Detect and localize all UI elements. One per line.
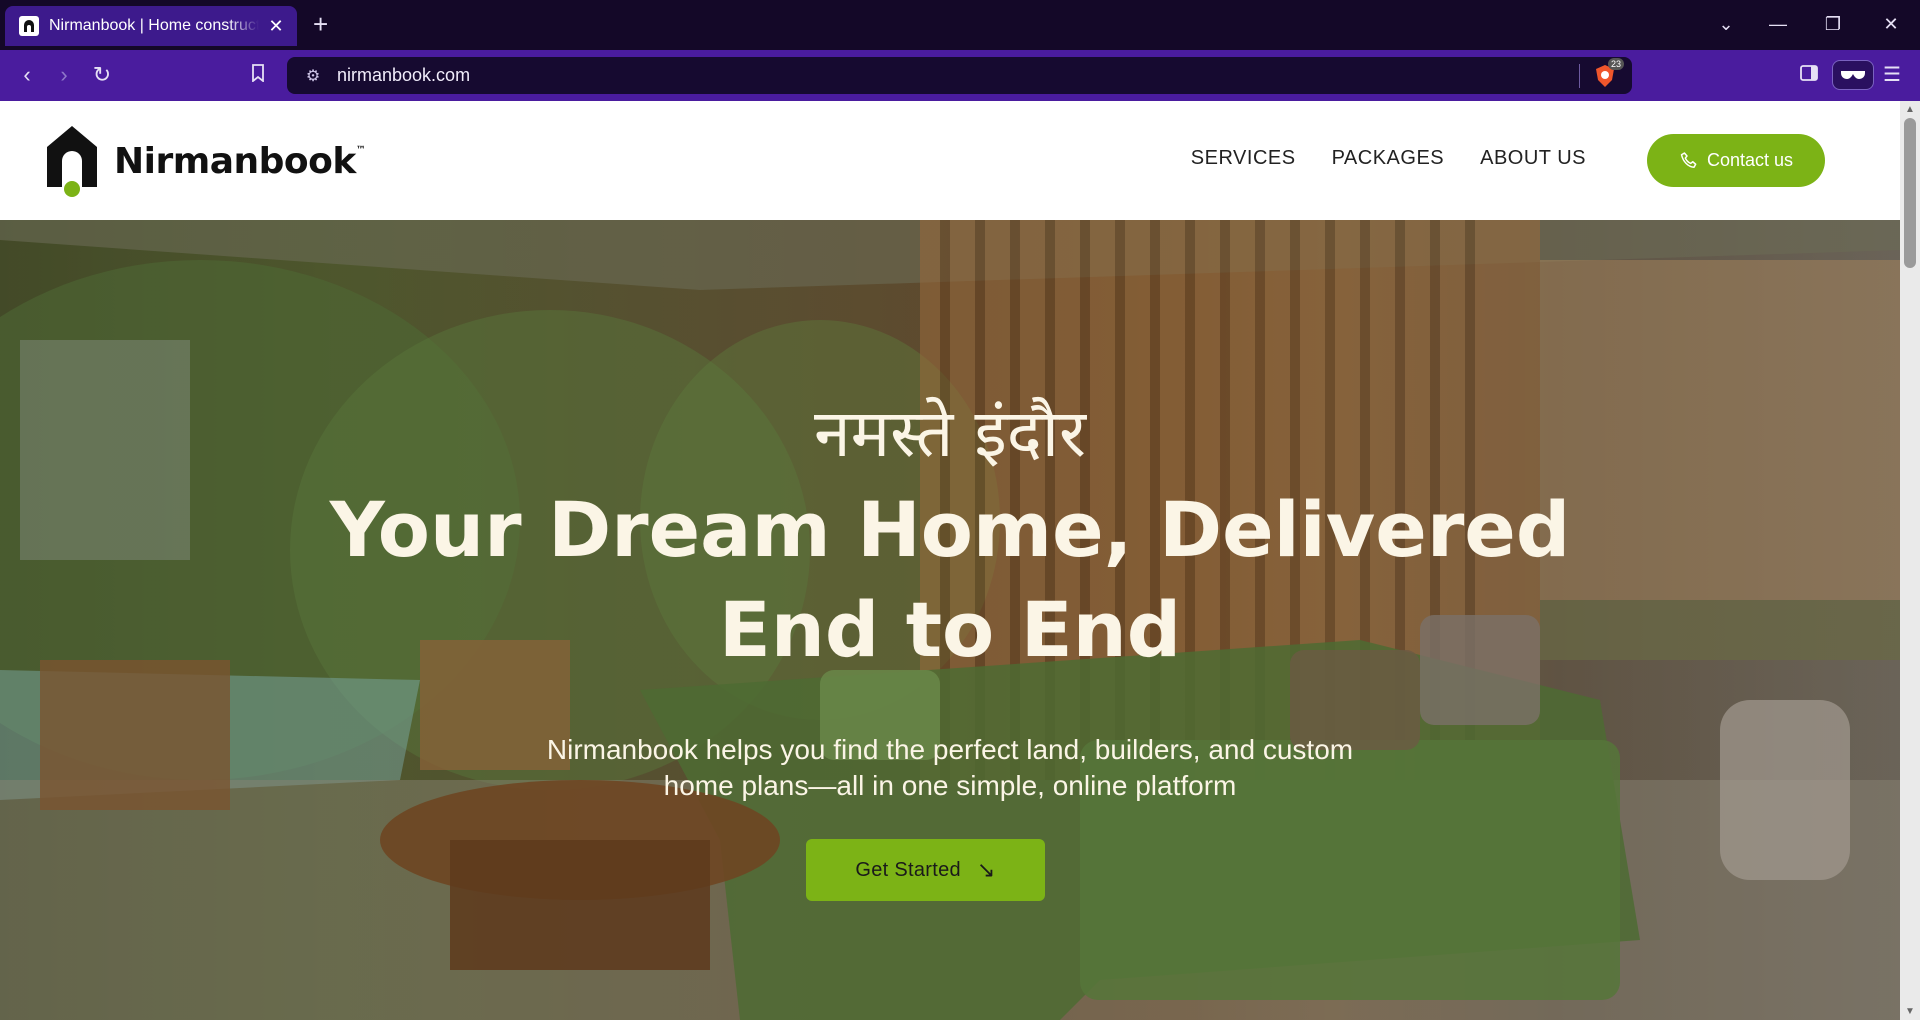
contact-us-button[interactable]: Contact us bbox=[1647, 134, 1825, 187]
tab-search-chevron-icon[interactable]: ⌄ bbox=[1706, 12, 1746, 36]
minimize-icon[interactable]: — bbox=[1758, 12, 1798, 36]
sidebar-toggle-icon[interactable] bbox=[1794, 62, 1824, 88]
logo-wordmark: Nirmanbook bbox=[114, 140, 356, 182]
restore-icon[interactable]: ❐ bbox=[1813, 12, 1853, 36]
hero-subtitle-line2: home plans—all in one simple, online pla… bbox=[663, 770, 1237, 801]
address-bar[interactable]: ⚙ nirmanbook.com 23 bbox=[287, 57, 1632, 94]
shield-count-badge: 23 bbox=[1607, 57, 1624, 70]
get-started-button[interactable]: Get Started ↘ bbox=[806, 839, 1045, 901]
hero-title-line2: End to End bbox=[718, 585, 1182, 674]
contact-us-label: Contact us bbox=[1706, 150, 1794, 170]
url-text: nirmanbook.com bbox=[337, 65, 471, 85]
reader-mode-icon[interactable] bbox=[1832, 60, 1874, 90]
main-navigation: SERVICES PACKAGES ABOUT US bbox=[1191, 147, 1586, 170]
house-logo-icon bbox=[44, 123, 100, 199]
nav-about-us[interactable]: ABOUT US bbox=[1480, 147, 1586, 170]
nav-services[interactable]: SERVICES bbox=[1191, 147, 1296, 170]
back-icon[interactable]: ‹ bbox=[12, 62, 42, 88]
brave-shield-icon[interactable]: 23 bbox=[1594, 57, 1624, 88]
bookmark-icon[interactable] bbox=[243, 62, 273, 88]
new-tab-icon[interactable]: + bbox=[313, 11, 328, 37]
site-info-icon[interactable]: ⚙ bbox=[295, 66, 331, 86]
hero-content: नमस्ते इंदौर Your Dream Home, Delivered … bbox=[0, 220, 1900, 1020]
site-logo[interactable]: Nirmanbook™ bbox=[44, 123, 366, 199]
phone-icon bbox=[1680, 151, 1697, 168]
reload-icon[interactable]: ↻ bbox=[87, 62, 117, 88]
page-scrollbar[interactable]: ▲ ▼ bbox=[1900, 101, 1920, 1020]
scroll-down-icon[interactable]: ▼ bbox=[1905, 1006, 1915, 1017]
browser-tab-strip: Nirmanbook | Home construction ✕ + ⌄ — ❐… bbox=[0, 0, 1920, 50]
menu-icon[interactable]: ☰ bbox=[1877, 62, 1907, 88]
page-viewport: Nirmanbook™ SERVICES PACKAGES ABOUT US C… bbox=[0, 101, 1900, 1020]
tab-close-icon[interactable]: ✕ bbox=[265, 16, 287, 37]
hero-subtitle: Nirmanbook helps you find the perfect la… bbox=[500, 732, 1400, 804]
nav-packages[interactable]: PACKAGES bbox=[1332, 147, 1445, 170]
scroll-thumb[interactable] bbox=[1904, 118, 1916, 268]
site-header: Nirmanbook™ SERVICES PACKAGES ABOUT US C… bbox=[0, 101, 1900, 220]
hero-title-line1: Your Dream Home, Delivered bbox=[329, 485, 1571, 574]
browser-tab-active[interactable]: Nirmanbook | Home construction ✕ bbox=[5, 6, 297, 46]
tab-title: Nirmanbook | Home construction bbox=[49, 17, 259, 34]
hero-title: Your Dream Home, Delivered End to End bbox=[0, 480, 1900, 680]
hero-section: नमस्ते इंदौर Your Dream Home, Delivered … bbox=[0, 220, 1900, 1020]
arrow-down-right-icon: ↘ bbox=[976, 857, 996, 882]
browser-toolbar: ‹ › ↻ ⚙ nirmanbook.com 23 ☰ bbox=[0, 50, 1920, 101]
hero-subtitle-line1: Nirmanbook helps you find the perfect la… bbox=[546, 734, 1354, 765]
scroll-up-icon[interactable]: ▲ bbox=[1905, 104, 1915, 115]
hero-greeting: नमस्ते इंदौर bbox=[814, 395, 1086, 472]
logo-text: Nirmanbook™ bbox=[114, 140, 366, 182]
address-divider bbox=[1579, 63, 1580, 88]
trademark-symbol: ™ bbox=[355, 144, 366, 156]
forward-icon[interactable]: › bbox=[49, 62, 79, 88]
get-started-label: Get Started bbox=[855, 858, 961, 881]
close-window-icon[interactable]: ✕ bbox=[1871, 12, 1911, 36]
site-favicon-icon bbox=[19, 16, 39, 36]
